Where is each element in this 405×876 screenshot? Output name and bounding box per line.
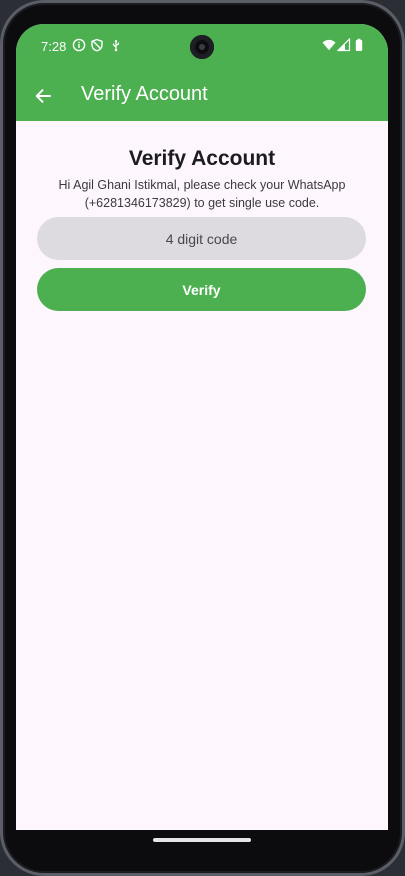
app-bar-title: Verify Account — [81, 83, 208, 105]
phone-screen: 7:28 Verify Account Verify Account Hi Ag… — [16, 24, 388, 830]
app-bar: Verify Account — [16, 70, 388, 121]
verify-button[interactable]: Verify — [37, 268, 366, 311]
navigation-handle[interactable] — [153, 838, 251, 842]
page-title: Verify Account — [128, 147, 276, 170]
usb-icon — [112, 39, 120, 52]
verify-form: Verify Account Hi Agil Ghani Istikmal, p… — [16, 121, 388, 830]
signal-icon — [337, 38, 351, 52]
front-camera — [190, 35, 214, 59]
battery-icon — [355, 38, 363, 51]
back-button[interactable] — [28, 81, 58, 111]
status-bar: 7:28 — [16, 24, 388, 70]
arrow-left-icon — [35, 89, 51, 103]
shield-icon — [91, 38, 103, 52]
wifi-icon — [322, 39, 336, 51]
status-time: 7:28 — [41, 39, 67, 54]
code-input[interactable] — [37, 217, 366, 260]
verification-message: Hi Agil Ghani Istikmal, please check you… — [58, 178, 346, 210]
info-icon — [72, 38, 86, 52]
